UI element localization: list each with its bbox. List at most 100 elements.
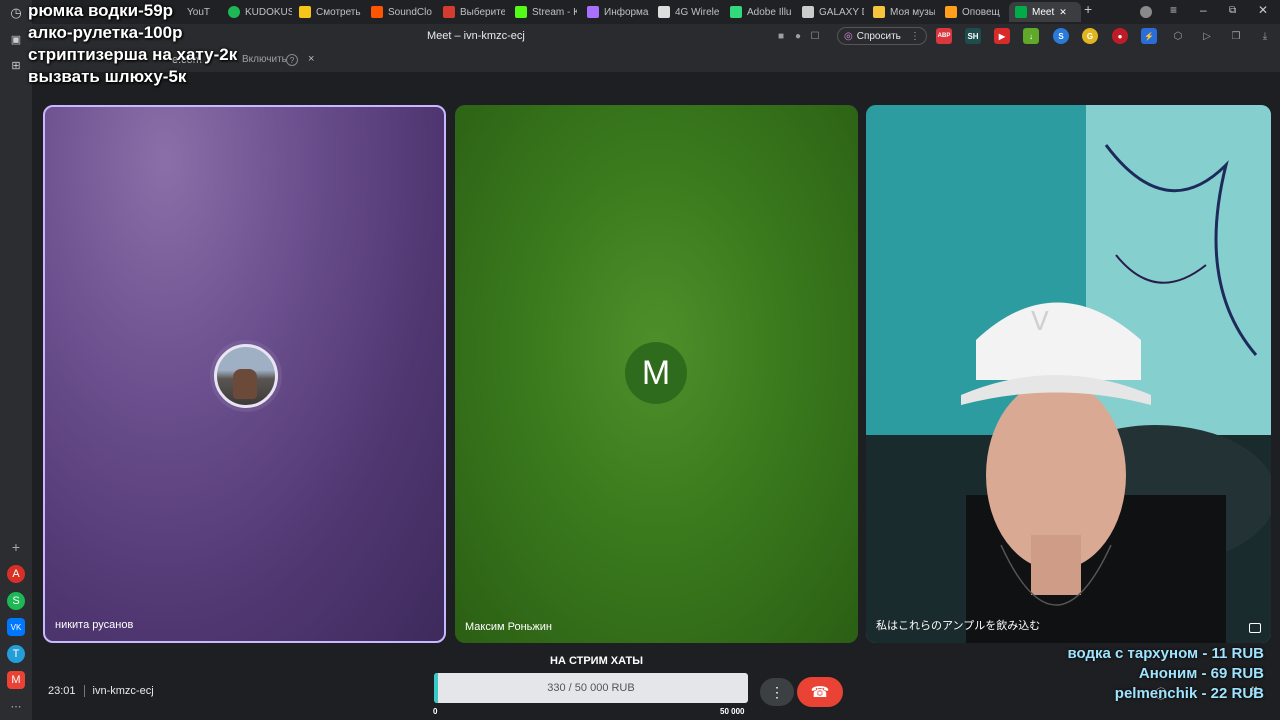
site-favicon-icon [730,6,742,18]
price-list-overlay: рюмка водки-59р алко-рулетка-100р стрипт… [28,0,237,88]
spotify-icon[interactable]: S [7,592,25,610]
participant-name: никита русанов [55,619,134,631]
youtube-extension-icon[interactable]: ▶ [994,28,1010,44]
participant-tile[interactable]: M Максим Роньжин [455,105,858,643]
site-favicon-icon [443,6,455,18]
tab-soundcloud[interactable]: SoundClo [371,2,435,22]
media-control-icon[interactable]: ▷ [1200,29,1214,43]
tab-music[interactable]: Моя музы [873,2,935,22]
restore-icon[interactable]: ⧉ [1229,5,1236,16]
twitch-favicon-icon [587,6,599,18]
telegram-icon[interactable]: T [7,645,25,663]
donation-goal-bar: 330 / 50 000 RUB [434,673,748,703]
sh-extension-icon[interactable]: SH [965,28,981,44]
mic-icon[interactable]: ● [791,29,805,43]
bookmark-icon[interactable]: ☐ [808,29,822,43]
kick-favicon-icon [515,6,527,18]
more-apps-icon[interactable]: ⋯ [7,697,25,715]
donation-item: Аноним - 69 RUB [1138,665,1264,682]
donation-item: водка с тархуном - 11 RUB [1067,645,1264,662]
add-app-icon[interactable]: + [7,538,25,556]
price-item: алко-рулетка-100р [28,23,183,42]
soundcloud-favicon-icon [371,6,383,18]
ask-ai-button[interactable]: ◎ Спросить ⋮ [837,27,927,45]
tab-smotret[interactable]: Смотреть [299,2,361,22]
camera-icon[interactable]: ■ [774,29,788,43]
tab-meet[interactable]: Meet ✕ [1009,2,1081,22]
tab-label: Meet [1032,6,1055,18]
leave-call-button[interactable]: ☎ [797,677,843,707]
donationalerts-favicon-icon [945,6,957,18]
tab-close-icon[interactable]: ✕ [1059,7,1067,18]
app-a-icon[interactable]: A [7,565,25,583]
price-item: рюмка водки-59р [28,1,174,20]
download-extension-icon[interactable]: ↓ [1023,28,1039,44]
tab-alerts[interactable]: Оповещ [945,2,1007,22]
tab-kudokus[interactable]: KUDOKUS [228,2,292,22]
tab-info[interactable]: Информа [587,2,649,22]
play-favicon-icon [299,6,311,18]
shazam-extension-icon[interactable]: S [1053,28,1069,44]
history-icon[interactable]: ◷ [7,4,25,22]
extensions-puzzle-icon[interactable]: ⬡ [1171,29,1185,43]
tab-label: GALAXY D [819,6,864,18]
vk-icon[interactable]: VK [7,618,25,636]
goal-max-label: 50 000 [720,707,745,716]
avatar [214,344,278,408]
enable-link[interactable]: Включить [242,54,287,65]
goal-min-label: 0 [433,707,438,716]
meeting-time: 23:01 [48,685,76,697]
meet-stage: никита русанов M Максим Роньжин V 私はこれらの… [32,72,1280,720]
gmail-icon[interactable]: M [7,671,25,689]
tab-label: Adobe Illu [747,6,792,18]
record-extension-icon[interactable]: ● [1112,28,1128,44]
price-item: вызвать шлюху-5к [28,67,187,86]
tab-4g[interactable]: 4G Wirele [658,2,720,22]
svg-text:V: V [1031,307,1049,337]
music-favicon-icon [873,6,885,18]
bolt-extension-icon[interactable]: ⚡ [1141,28,1157,44]
page-title: Meet – ivn-kmzc-ecj [427,30,525,42]
help-icon[interactable]: ? [286,54,298,66]
adblock-extension-icon[interactable]: ABP [936,28,952,44]
ask-label: Спросить [856,30,901,42]
sidebar-toggle-icon[interactable]: ❒ [1229,29,1243,43]
tab-label: Смотреть [316,6,361,18]
goal-title: НА СТРИМ ХАТЫ [550,655,644,667]
donation-item: pelmenchik - 22 RUB [1114,685,1264,702]
tab-label: Stream - K [532,6,577,18]
document-favicon-icon [802,6,814,18]
new-tab-icon[interactable]: + [1084,1,1092,17]
hangup-icon: ☎ [810,684,830,701]
participant-tile[interactable]: V 私はこれらのアンプルを飲み込む [866,105,1271,643]
tab-label: KUDOKUS [245,6,292,18]
avatar-ring [210,340,282,412]
more-options-button[interactable]: ⋮ [760,678,794,706]
ai-sparkle-icon: ◎ [844,30,853,42]
window-close-icon[interactable]: ✕ [1258,3,1268,17]
minimize-icon[interactable]: – [1200,3,1207,17]
tab-vyberite[interactable]: Выберите [443,2,505,22]
expand-icon[interactable] [1249,623,1261,633]
menu-icon[interactable]: ≡ [1170,3,1177,17]
tab-kick[interactable]: Stream - K [515,2,577,22]
tab-label: Выберите [460,6,505,18]
tab-search-icon[interactable]: ▣ [7,30,25,48]
participant-name: 私はこれらのアンプルを飲み込む [876,620,1041,632]
tab-label: Оповещ [962,6,1000,18]
participant-tile[interactable]: никита русанов [43,105,446,643]
download-icon[interactable]: ⤓ [1258,29,1272,43]
divider [83,685,85,698]
camera-video: V [866,105,1271,643]
meeting-code[interactable]: ivn-kmzc-ecj [93,685,154,697]
notification-close-icon[interactable]: × [308,53,314,65]
price-item: стриптизерша на хату-2к [28,45,238,64]
participant-name: Максим Роньжин [465,621,552,633]
browser-sidebar: ◷ ▣ ⊞ + A S VK T M ⋯ [0,0,32,720]
ask-more-icon[interactable]: ⋮ [910,31,920,42]
tab-galaxy[interactable]: GALAXY D [802,2,864,22]
profile-avatar[interactable] [1140,6,1152,18]
g-extension-icon[interactable]: G [1082,28,1098,44]
apps-grid-icon[interactable]: ⊞ [7,56,25,74]
tab-adobe[interactable]: Adobe Illu [730,2,792,22]
